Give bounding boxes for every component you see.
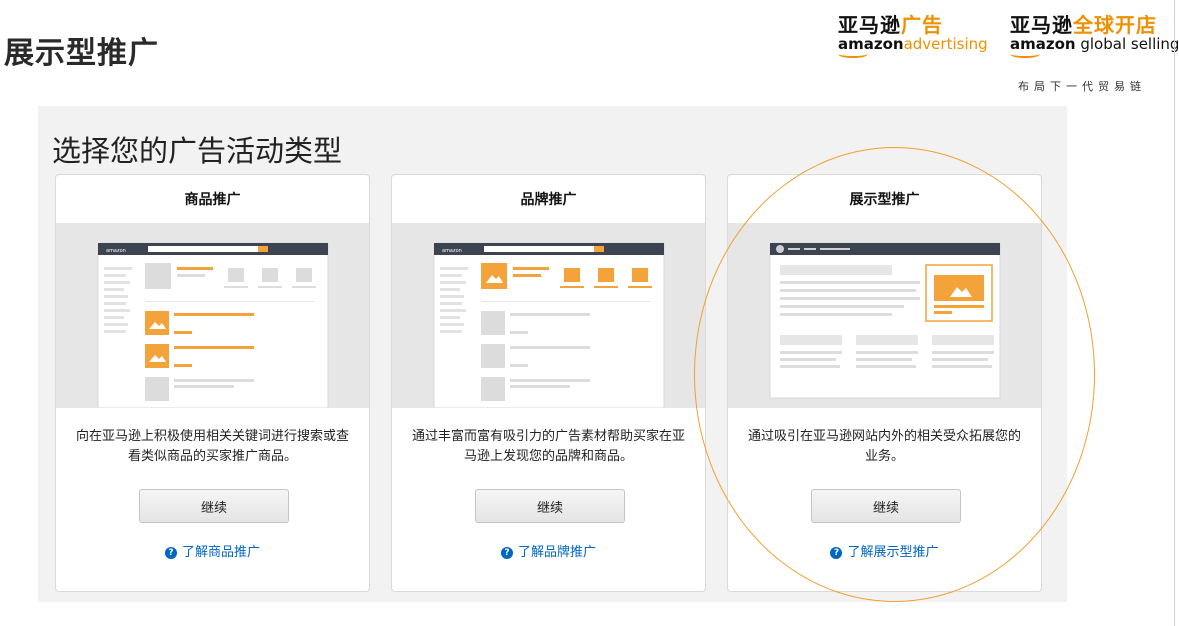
tagline: 布局下一代贸易链: [1018, 80, 1146, 93]
card-preview-image: amazon: [56, 223, 369, 409]
amazon-global-selling-logo: 亚马逊全球开店 amazon global selling: [1010, 14, 1179, 58]
card-title: 品牌推广: [520, 192, 577, 208]
continue-button-sponsored-products[interactable]: 继续: [139, 489, 289, 523]
amazon-advertising-logo: 亚马逊广告 amazonadvertising: [838, 14, 988, 58]
card-title: 商品推广: [184, 192, 241, 208]
card-description: 通过吸引在亚马逊网站内外的相关受众拓展您的业务。: [747, 429, 1021, 464]
svg-text:amazon: amazon: [442, 248, 462, 254]
campaign-type-panel: 选择您的广告活动类型 商品推广 amazon 向在亚马逊上积极使用相关关键词进行…: [38, 106, 1067, 602]
card-description: 向在亚马逊上积极使用相关关键词进行搜索或查看类似商品的买家推广商品。: [75, 429, 349, 464]
card-preview-image: [728, 223, 1041, 408]
continue-button-sponsored-brands[interactable]: 继续: [475, 489, 625, 523]
panel-heading: 选择您的广告活动类型: [52, 134, 343, 168]
svg-text:amazon: amazon: [106, 248, 126, 254]
continue-button-sponsored-display[interactable]: 继续: [811, 489, 961, 523]
card-preview-image: amazon: [392, 223, 705, 409]
card-sponsored-display: 展示型推广 通过吸引在亚马逊网站内外的相关受众拓展您的业务。 继续 ? 了解展示…: [727, 174, 1042, 592]
question-circle-icon: ?: [830, 547, 843, 559]
learn-more-link-sponsored-display[interactable]: ? 了解展示型推广: [728, 541, 1041, 560]
divider: [1174, 0, 1175, 626]
question-circle-icon: ?: [500, 547, 513, 559]
learn-more-link-sponsored-products[interactable]: ? 了解商品推广: [56, 541, 369, 560]
card-sponsored-products: 商品推广 amazon 向在亚马逊上积极使用相关关键词进行搜索或查看类似商品的买…: [55, 174, 370, 592]
question-circle-icon: ?: [164, 547, 177, 559]
slide-title: 展示型推广: [4, 36, 159, 71]
card-sponsored-brands: 品牌推广 amazon 通过丰富而富有吸引力的广告素材帮助买家在亚马逊上发现您的…: [391, 174, 706, 592]
learn-more-link-sponsored-brands[interactable]: ? 了解品牌推广: [392, 541, 705, 560]
card-title: 展示型推广: [849, 192, 920, 208]
card-description: 通过丰富而富有吸引力的广告素材帮助买家在亚马逊上发现您的品牌和商品。: [411, 429, 685, 464]
